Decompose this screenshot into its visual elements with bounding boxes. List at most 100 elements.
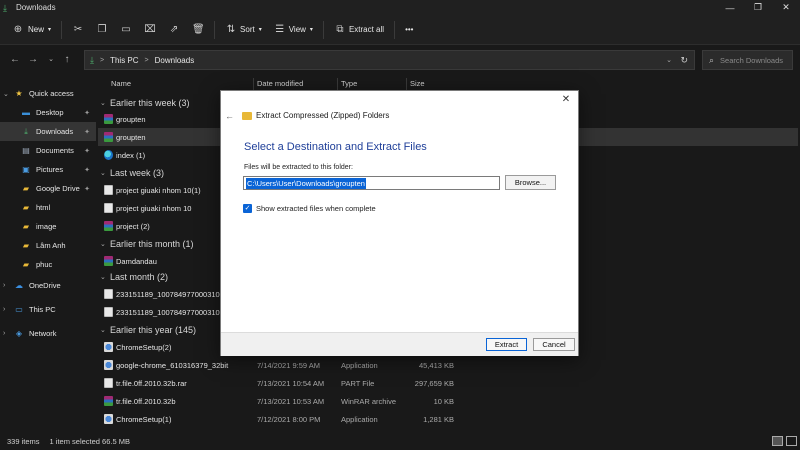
extract-button[interactable]: Extract xyxy=(486,338,527,351)
file-size: 297,659 KB xyxy=(414,379,454,388)
file-row[interactable]: tr.file.0ff.2010.32b 7/13/2021 10:53 AM Wi… xyxy=(98,392,798,410)
file-name: project giuaki nhom 10(1) xyxy=(116,186,201,195)
group-header[interactable]: ⌄ Last month (2) xyxy=(100,268,168,286)
details-view-button[interactable] xyxy=(772,436,783,446)
sidebar-item[interactable]: › ◈ Network xyxy=(0,324,96,343)
folder-icon: ▰ xyxy=(22,203,30,212)
pin-icon: ✦ xyxy=(84,109,90,117)
up-button[interactable]: ↑ xyxy=(60,53,74,67)
scissors-icon: ✂ xyxy=(73,24,83,35)
paste-button[interactable]: ▭ xyxy=(114,19,138,41)
extract-all-button[interactable]: ⧉ Extract all xyxy=(328,19,390,41)
dialog-title: Extract Compressed (Zipped) Folders xyxy=(256,111,390,120)
show-files-checkbox[interactable]: ✓ xyxy=(243,204,252,213)
pictures-icon: ▣ xyxy=(22,165,30,174)
group-header[interactable]: ⌄ Earlier this year (145) xyxy=(100,321,196,339)
breadcrumb-separator: > xyxy=(99,56,105,64)
sidebar-item-label: Quick access xyxy=(29,89,74,98)
column-type[interactable]: Type xyxy=(341,79,357,88)
chevron-down-icon: ⌄ xyxy=(100,170,106,177)
sidebar-item[interactable]: ▰ Google Drive ✦ xyxy=(0,179,96,198)
cancel-button[interactable]: Cancel xyxy=(533,338,575,351)
delete-button[interactable]: 🗑 xyxy=(186,19,210,41)
browse-button[interactable]: Browse... xyxy=(505,175,556,190)
extract-icon: ⧉ xyxy=(336,24,344,35)
column-name[interactable]: Name xyxy=(111,79,131,88)
expand-chevron-icon[interactable]: ⌄ xyxy=(3,90,13,98)
file-size: 45,413 KB xyxy=(418,361,454,370)
maximize-button[interactable]: ❐ xyxy=(744,0,772,15)
view-button[interactable]: ☰ View ▾ xyxy=(268,19,319,41)
doc-file-icon xyxy=(104,378,113,388)
file-row[interactable]: tr.file.0ff.2010.32b.rar 7/13/2021 10:54 … xyxy=(98,374,798,392)
sidebar-item[interactable]: ▰ phuc xyxy=(0,255,96,274)
file-name: project giuaki nhom 10 xyxy=(116,204,192,213)
title-bar: ⤓ Downloads xyxy=(0,0,800,15)
column-size[interactable]: Size xyxy=(410,79,425,88)
address-bar[interactable]: ⤓ > This PC > Downloads ⌄ ↻ xyxy=(84,50,695,70)
refresh-icon[interactable]: ↻ xyxy=(680,55,688,66)
group-header[interactable]: ⌄ Earlier this month (1) xyxy=(100,235,194,253)
file-date: 7/13/2021 10:53 AM xyxy=(257,397,325,406)
sidebar-item[interactable]: ▣ Pictures ✦ xyxy=(0,160,96,179)
file-name: ChromeSetup(2) xyxy=(116,343,172,352)
sort-button[interactable]: ⇅ Sort ▾ xyxy=(219,19,268,41)
sidebar-item[interactable]: › ☁ OneDrive xyxy=(0,276,96,295)
new-label: New xyxy=(28,25,45,34)
destination-path-input[interactable]: C:\Users\User\Downloads\groupten xyxy=(243,176,500,190)
folder-icon: ▰ xyxy=(22,222,30,231)
sidebar-item[interactable]: ⤓ Downloads ✦ xyxy=(0,122,96,141)
sidebar-item-label: html xyxy=(36,203,51,212)
desktop-icon: ▬ xyxy=(22,108,30,117)
group-label: Earlier this week (3) xyxy=(110,98,190,108)
doc-file-icon xyxy=(104,307,113,317)
sidebar-item-label: image xyxy=(36,222,57,231)
dialog-close-button[interactable]: ✕ xyxy=(560,94,572,106)
new-button[interactable]: ⊕ New ▾ xyxy=(6,19,57,41)
sidebar-item-label: Desktop xyxy=(36,108,64,117)
sidebar-item[interactable]: ▰ html xyxy=(0,198,96,217)
share-button[interactable]: ⇗ xyxy=(162,19,186,41)
more-options-button[interactable]: ••• xyxy=(399,19,419,41)
breadcrumb-this-pc[interactable]: This PC xyxy=(110,56,138,65)
rar-file-icon xyxy=(104,396,113,406)
file-size: 1,281 KB xyxy=(423,415,454,424)
recent-locations-button[interactable]: ⌄ xyxy=(44,53,58,67)
download-icon: ⤓ xyxy=(24,126,28,136)
expand-chevron-icon[interactable]: › xyxy=(3,330,13,337)
forward-button[interactable]: → xyxy=(26,53,40,67)
status-bar: 339 items 1 item selected 66.5 MB xyxy=(0,432,800,450)
group-header[interactable]: ⌄ Last week (3) xyxy=(100,164,164,182)
breadcrumb-downloads[interactable]: Downloads xyxy=(155,56,195,65)
file-name: Damdandau xyxy=(116,257,157,266)
share-icon: ⇗ xyxy=(169,24,179,35)
dialog-back-button[interactable]: ← xyxy=(225,111,234,121)
show-files-label[interactable]: Show extracted files when complete xyxy=(256,204,376,213)
folder-icon: ▰ xyxy=(22,241,30,250)
file-name: google-chrome_610316379_32bit xyxy=(116,361,229,370)
file-row[interactable]: ChromeSetup(1) 7/12/2021 8:00 PM Applicati… xyxy=(98,410,798,428)
pin-icon: ✦ xyxy=(84,166,90,174)
expand-chevron-icon[interactable]: › xyxy=(3,306,13,313)
sidebar-item[interactable]: ▰ Lâm Anh xyxy=(0,236,96,255)
file-row[interactable]: google-chrome_610316379_32bit 7/14/2021 9… xyxy=(98,356,798,374)
chevron-down-icon[interactable]: ⌄ xyxy=(666,56,672,64)
sidebar-item[interactable]: › ▭ This PC xyxy=(0,300,96,319)
copy-button[interactable]: ❐ xyxy=(90,19,114,41)
close-window-button[interactable]: ✕ xyxy=(772,0,800,15)
sidebar-item[interactable]: ▤ Documents ✦ xyxy=(0,141,96,160)
tiles-view-button[interactable] xyxy=(786,436,797,446)
sidebar-item[interactable]: ▰ image xyxy=(0,217,96,236)
column-date-modified[interactable]: Date modified xyxy=(257,79,303,88)
rename-button[interactable]: ⌧ xyxy=(138,19,162,41)
back-button[interactable]: ← xyxy=(8,53,22,67)
sidebar-item[interactable]: ⌄ ★ Quick access xyxy=(0,84,96,103)
download-icon: ⤓ xyxy=(3,2,7,13)
cut-button[interactable]: ✂ xyxy=(66,19,90,41)
cloud-icon: ☁ xyxy=(15,281,23,290)
minimize-button[interactable]: — xyxy=(716,0,744,15)
sidebar-item[interactable]: ▬ Desktop ✦ xyxy=(0,103,96,122)
expand-chevron-icon[interactable]: › xyxy=(3,282,13,289)
divider xyxy=(394,20,396,39)
search-input[interactable]: ⌕ Search Downloads xyxy=(702,50,793,70)
